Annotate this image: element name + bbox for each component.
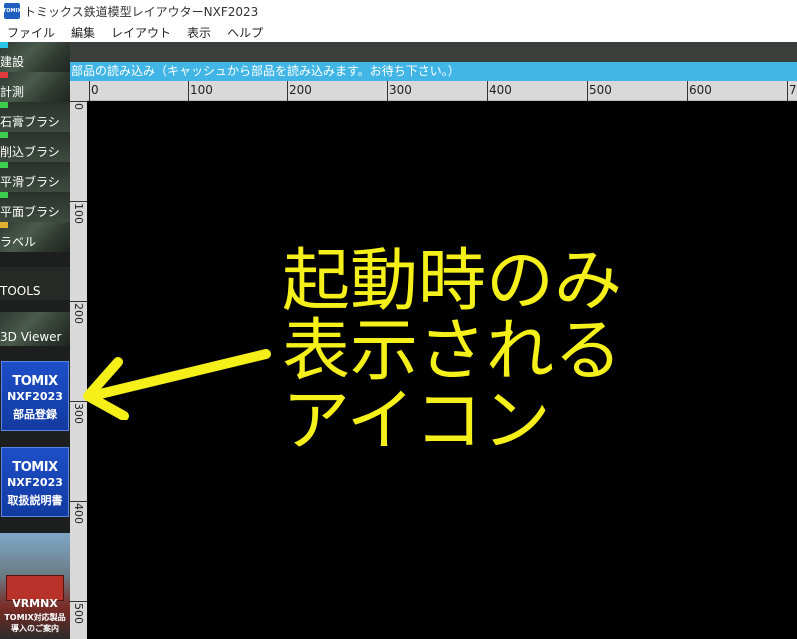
app-icon: TOMIX: [3, 3, 21, 19]
tool-measure-button[interactable]: 計測: [0, 72, 70, 102]
ruler-left-label: 0: [72, 103, 85, 110]
vrmnx-banner-button[interactable]: VRMNX TOMIX対応製品 導入のご案内: [0, 533, 70, 639]
menu-bar: ファイル 編集 レイアウト 表示 ヘルプ: [0, 22, 797, 42]
ruler-left-label: 200: [72, 303, 85, 324]
tool-label: ラベル: [0, 235, 37, 249]
tool-flat-brush-button[interactable]: 平面ブラシ: [0, 192, 70, 222]
tool-label: TOOLS: [0, 284, 41, 298]
menu-edit[interactable]: 編集: [64, 24, 104, 41]
tool-label: 石膏ブラシ: [0, 115, 60, 129]
tool-cut-brush-button[interactable]: 削込ブラシ: [0, 132, 70, 162]
ruler-top-label: 300: [389, 83, 412, 97]
toolbar-strip: [0, 42, 797, 62]
tool-label: 建設: [0, 55, 25, 69]
tool-label: 平滑ブラシ: [0, 175, 60, 189]
ruler-top-label: 500: [589, 83, 612, 97]
3d-viewer-button[interactable]: 3D Viewer: [0, 312, 70, 346]
tool-label-button[interactable]: ラベル: [0, 222, 70, 252]
ruler-left-label: 100: [72, 203, 85, 224]
vrmnx-subtitle: TOMIX対応製品: [4, 613, 66, 622]
menu-file[interactable]: ファイル: [0, 24, 64, 41]
annotation-text: 起動時のみ 表示される アイコン: [282, 247, 702, 457]
ruler-top-label: 600: [689, 83, 712, 97]
tool-swatch: [0, 42, 8, 48]
tool-swatch: [0, 162, 8, 168]
loading-status-bar: 部品の読み込み（キャッシュから部品を読み込みます。お待ち下さい。）: [70, 62, 797, 81]
annotation-line: 起動時のみ: [282, 242, 623, 321]
tool-label: 平面ブラシ: [0, 205, 60, 219]
tomix-caption: 取扱説明書: [7, 494, 63, 507]
ruler-top-label: 100: [190, 83, 213, 97]
tool-swatch: [0, 222, 8, 228]
menu-help[interactable]: ヘルプ: [220, 24, 272, 41]
tool-label: 削込ブラシ: [0, 145, 60, 159]
tool-build-button[interactable]: 建設: [0, 42, 70, 72]
ruler-top-label: 7: [789, 83, 797, 97]
ruler-top-label: 0: [91, 83, 99, 97]
tool-smooth-brush-button[interactable]: 平滑ブラシ: [0, 162, 70, 192]
tool-swatch: [0, 132, 8, 138]
ruler-left-label: 400: [72, 503, 85, 524]
vrmnx-title: VRMNX: [12, 597, 58, 610]
tomix-caption: 部品登録: [13, 408, 57, 421]
tomix-logo: TOMIX: [12, 460, 58, 475]
ruler-corner: [70, 81, 87, 101]
tool-swatch: [0, 72, 8, 78]
parts-registration-button[interactable]: TOMIX NXF2023 部品登録: [1, 361, 69, 431]
title-bar: TOMIX トミックス鉄道模型レイアウターNXF2023: [0, 0, 797, 22]
tool-label: 計測: [0, 85, 25, 99]
manual-button[interactable]: TOMIX NXF2023 取扱説明書: [1, 447, 69, 517]
tomix-version: NXF2023: [7, 390, 63, 403]
tool-swatch: [0, 192, 8, 198]
tomix-logo: TOMIX: [12, 374, 58, 389]
menu-view[interactable]: 表示: [180, 24, 220, 41]
ruler-top-label: 200: [289, 83, 312, 97]
ruler-top-label: 400: [489, 83, 512, 97]
tool-swatch: [0, 102, 8, 108]
vrmnx-subtitle: 導入のご案内: [11, 624, 59, 633]
menu-layout[interactable]: レイアウト: [104, 24, 180, 41]
ruler-left-label: 500: [72, 603, 85, 624]
tools-button[interactable]: TOOLS: [0, 267, 70, 300]
window-title: トミックス鉄道模型レイアウターNXF2023: [24, 4, 259, 19]
annotation-line: 表示される: [282, 312, 623, 391]
tool-label: 3D Viewer: [0, 330, 62, 344]
annotation-arrow-icon: [83, 349, 271, 420]
annotation-line: アイコン: [282, 382, 551, 461]
ruler-horizontal: 0 100 200 300 400 500 600 7: [87, 81, 797, 101]
tool-plaster-brush-button[interactable]: 石膏ブラシ: [0, 102, 70, 132]
tomix-version: NXF2023: [7, 476, 63, 489]
